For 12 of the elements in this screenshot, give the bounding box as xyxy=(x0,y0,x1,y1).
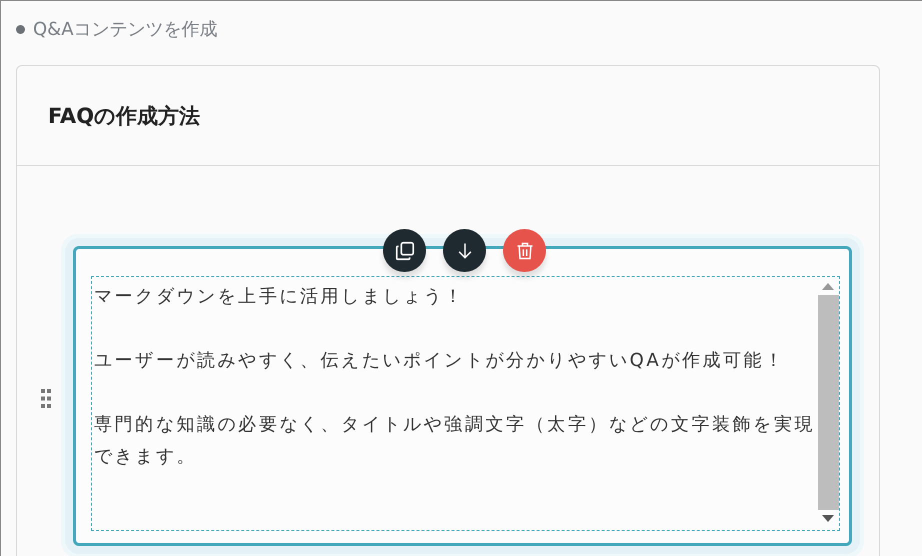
bullet-icon xyxy=(16,24,25,34)
copy-button[interactable] xyxy=(383,229,426,272)
copy-icon xyxy=(394,240,416,262)
scroll-down-icon[interactable] xyxy=(822,515,834,522)
delete-button[interactable] xyxy=(503,229,546,272)
text-area[interactable]: マークダウンを上手に活用しましょう！ ユーザーが読みやすく、伝えたいポイントが分かりやすいQAが作成可能！ 専門的な知識の必要なく、タイトルや強調文字（太字）などの文字装飾を実現できます。 xyxy=(91,276,840,531)
drag-handle-icon[interactable] xyxy=(41,389,51,409)
card-title: FAQの作成方法 xyxy=(48,102,200,130)
scrollbar-thumb[interactable] xyxy=(818,295,838,510)
scroll-up-icon[interactable] xyxy=(822,283,834,290)
section-label: Q&Aコンテンツを作成 xyxy=(33,18,218,41)
move-down-button[interactable] xyxy=(443,229,486,272)
